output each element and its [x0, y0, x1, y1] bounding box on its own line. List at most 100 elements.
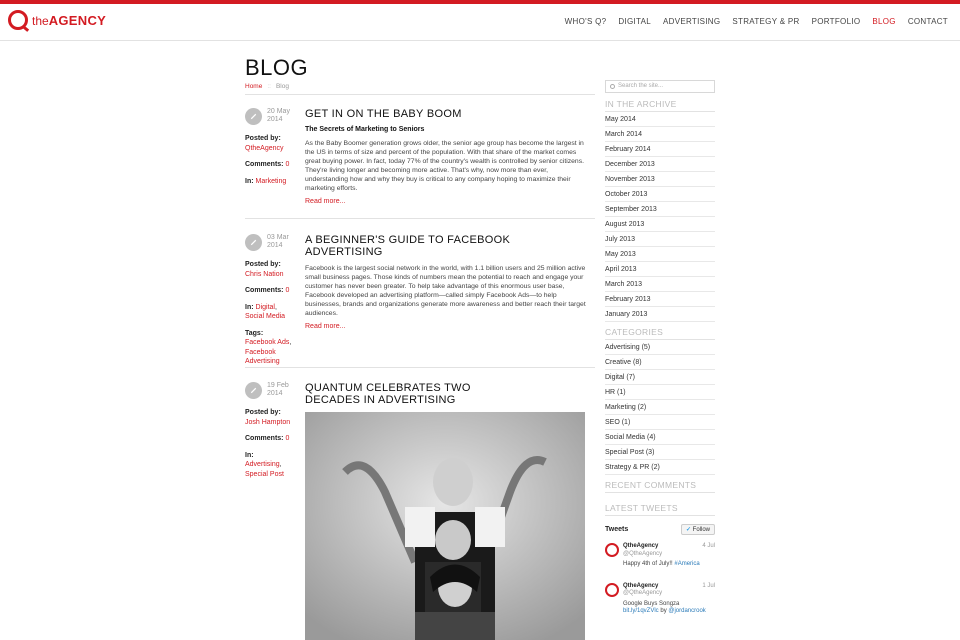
- nav-whos-q[interactable]: WHO'S Q?: [565, 17, 607, 26]
- recent-comments-heading: RECENT COMMENTS: [605, 478, 715, 493]
- comments-count[interactable]: 0: [285, 287, 289, 294]
- post-title[interactable]: GET IN ON THE BABY BOOM: [305, 108, 590, 120]
- archive-link[interactable]: December 2013: [605, 157, 715, 172]
- post-meta: 19 Feb 2014 Posted by: Josh Hampton Commen…: [245, 382, 300, 486]
- archive-link[interactable]: May 2013: [605, 247, 715, 262]
- archive-link[interactable]: May 2014: [605, 112, 715, 127]
- breadcrumb-home[interactable]: Home: [245, 83, 262, 90]
- categories-heading: CATEGORIES: [605, 325, 715, 340]
- archive-link[interactable]: November 2013: [605, 172, 715, 187]
- in-label: In:: [245, 303, 254, 311]
- breadcrumb-current: Blog: [275, 83, 289, 90]
- tweet: 1 Jul QtheAgency @QtheAgency Google Buys…: [605, 582, 715, 616]
- post-content: GET IN ON THE BABY BOOM The Secrets of M…: [305, 108, 590, 205]
- tag-link[interactable]: Facebook Advertising: [245, 349, 280, 366]
- read-more-link[interactable]: Read more...: [305, 323, 590, 330]
- tags-label: Tags:: [245, 329, 264, 337]
- tweet-author[interactable]: QtheAgency: [623, 583, 715, 591]
- site-header: theAGENCY WHO'S Q? DIGITAL ADVERTISING S…: [0, 4, 960, 41]
- hashtag-link[interactable]: #America: [674, 561, 699, 567]
- breadcrumb: Home:: Blog: [245, 83, 289, 90]
- category-link[interactable]: HR (1): [605, 385, 715, 400]
- nav-digital[interactable]: DIGITAL: [618, 17, 651, 26]
- category-link[interactable]: Special Post: [245, 471, 284, 478]
- post-content: A BEGINNER'S GUIDE TO FACEBOOK ADVERTISI…: [305, 234, 590, 330]
- archive-link[interactable]: March 2014: [605, 127, 715, 142]
- pencil-icon: [245, 108, 262, 125]
- post-title[interactable]: QUANTUM CELEBRATES TWO DECADES IN ADVERT…: [305, 382, 505, 406]
- tweets-header: Tweets ✓ Follow: [605, 524, 715, 535]
- nav-advertising[interactable]: ADVERTISING: [663, 17, 720, 26]
- archive-link[interactable]: February 2013: [605, 292, 715, 307]
- tweet-date[interactable]: 4 Jul: [702, 543, 715, 551]
- category-link[interactable]: Creative (8): [605, 355, 715, 370]
- pencil-icon: [245, 382, 262, 399]
- archive-link[interactable]: February 2014: [605, 142, 715, 157]
- avatar[interactable]: [605, 543, 619, 557]
- tweet-text: Google Buys Songza bit.ly/1qvZVlc by @jo…: [623, 600, 706, 615]
- tweet-handle[interactable]: @QtheAgency: [623, 551, 715, 559]
- category-link[interactable]: Marketing: [256, 178, 287, 185]
- posted-by-label: Posted by:: [245, 409, 281, 416]
- archive-link[interactable]: January 2013: [605, 307, 715, 322]
- tweet-author[interactable]: QtheAgency: [623, 543, 715, 551]
- category-link[interactable]: Special Post (3): [605, 445, 715, 460]
- comments-count[interactable]: 0: [285, 161, 289, 168]
- category-link[interactable]: Advertising (5): [605, 340, 715, 355]
- archive-link[interactable]: October 2013: [605, 187, 715, 202]
- author-link[interactable]: QtheAgency: [245, 145, 284, 152]
- author-link[interactable]: Josh Hampton: [245, 419, 290, 426]
- archive-list: May 2014 March 2014 February 2014 Decemb…: [605, 112, 715, 322]
- nav-portfolio[interactable]: PORTFOLIO: [812, 17, 861, 26]
- tweet-text: Happy 4th of July!! #America: [623, 561, 700, 567]
- author-link[interactable]: Chris Nation: [245, 271, 284, 278]
- category-link[interactable]: Social Media (4): [605, 430, 715, 445]
- category-link[interactable]: Advertising: [245, 461, 280, 468]
- logo[interactable]: theAGENCY: [8, 10, 106, 30]
- twitter-bird-icon: ✓: [685, 527, 691, 533]
- categories-list: Advertising (5) Creative (8) Digital (7)…: [605, 340, 715, 475]
- tweet-date[interactable]: 1 Jul: [702, 583, 715, 591]
- main-nav: WHO'S Q? DIGITAL ADVERTISING STRATEGY & …: [565, 17, 948, 26]
- pencil-icon: [245, 234, 262, 251]
- mention-link[interactable]: @jordancrook: [668, 608, 705, 614]
- divider: [245, 218, 595, 219]
- follow-button[interactable]: ✓ Follow: [680, 524, 715, 535]
- search-input[interactable]: Search the site...: [605, 80, 715, 93]
- comments-label: Comments:: [245, 435, 284, 442]
- category-link[interactable]: Marketing (2): [605, 400, 715, 415]
- comments-count[interactable]: 0: [285, 435, 289, 442]
- avatar[interactable]: [605, 582, 619, 597]
- archive-link[interactable]: August 2013: [605, 217, 715, 232]
- nav-strategy-pr[interactable]: STRATEGY & PR: [732, 17, 799, 26]
- post-subtitle: The Secrets of Marketing to Seniors: [305, 126, 425, 133]
- category-link[interactable]: Digital (7): [605, 370, 715, 385]
- tag-link[interactable]: Facebook Ads: [245, 339, 289, 346]
- q-logo-icon: [8, 10, 28, 30]
- tweet-link[interactable]: bit.ly/1qvZVlc: [623, 608, 659, 614]
- post-meta: 03 Mar 2014 Posted by: Chris Nation Commen…: [245, 234, 300, 374]
- comments-label: Comments:: [245, 287, 284, 294]
- blog-post: 20 May 2014 Posted by: QtheAgency Comments…: [245, 108, 595, 218]
- archive-link[interactable]: March 2013: [605, 277, 715, 292]
- nav-blog[interactable]: BLOG: [872, 17, 895, 26]
- post-featured-image[interactable]: [305, 412, 585, 640]
- archive-link[interactable]: July 2013: [605, 232, 715, 247]
- category-link[interactable]: Strategy & PR (2): [605, 460, 715, 475]
- post-title[interactable]: A BEGINNER'S GUIDE TO FACEBOOK ADVERTISI…: [305, 234, 590, 258]
- search-icon: [610, 84, 615, 89]
- category-link[interactable]: Digital: [256, 304, 275, 311]
- in-label: In:: [245, 177, 254, 185]
- archive-heading: IN THE ARCHIVE: [605, 97, 715, 112]
- tweet-handle[interactable]: @QtheAgency: [623, 590, 715, 598]
- read-more-link[interactable]: Read more...: [305, 198, 590, 205]
- category-link[interactable]: Social Media: [245, 313, 285, 320]
- tweets-label: Tweets: [605, 526, 629, 533]
- nav-contact[interactable]: CONTACT: [908, 17, 948, 26]
- category-link[interactable]: SEO (1): [605, 415, 715, 430]
- archive-link[interactable]: April 2013: [605, 262, 715, 277]
- post-meta: 20 May 2014 Posted by: QtheAgency Comments…: [245, 108, 300, 193]
- post-date: 19 Feb 2014: [267, 382, 289, 397]
- archive-link[interactable]: September 2013: [605, 202, 715, 217]
- sidebar: Search the site... IN THE ARCHIVE May 20…: [605, 80, 715, 616]
